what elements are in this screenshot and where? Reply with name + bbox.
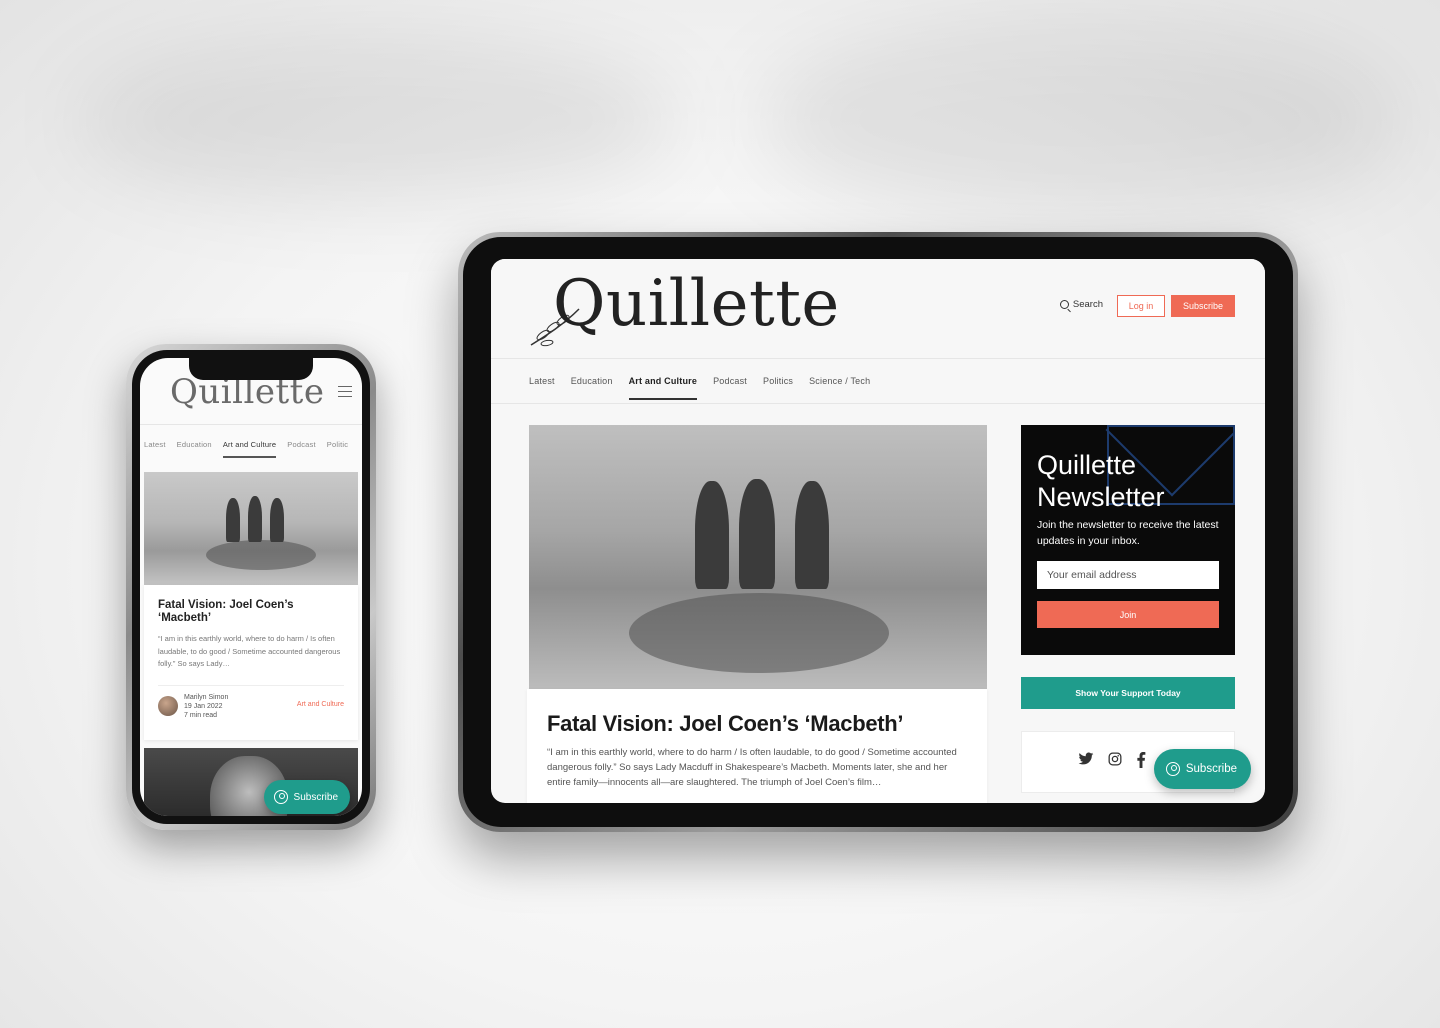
subscribe-label: Subscribe [293, 791, 338, 803]
twitter-icon[interactable] [1078, 752, 1094, 766]
search-icon [1059, 300, 1069, 309]
article-date: 19 Jan 2022 [184, 703, 223, 710]
search-button[interactable]: Search [1059, 299, 1103, 310]
background-shadow [760, 20, 1400, 220]
subscribe-label: Subscribe [1185, 763, 1237, 775]
author-name[interactable]: Marilyn Simon [184, 693, 228, 702]
background-shadow [80, 40, 680, 200]
author-meta: Marilyn Simon 19 Jan 2022 7 min read [184, 693, 228, 720]
avatar[interactable] [158, 696, 178, 716]
nav-item-art-and-culture[interactable]: Art and Culture [628, 376, 698, 400]
phone-device: Quillette Latest Education Art and Cultu… [126, 344, 376, 830]
floating-subscribe-button[interactable]: Subscribe [263, 780, 350, 814]
nav-item-podcast[interactable]: Podcast [713, 376, 747, 386]
nav-item-politics[interactable]: Politic [327, 440, 348, 449]
nav-item-art-and-culture[interactable]: Art and Culture [222, 440, 277, 458]
phone-nav: Latest Education Art and Culture Podcast… [140, 424, 362, 464]
hamburger-menu-icon[interactable] [338, 386, 352, 401]
tablet-screen: Quillette Search Log in Subscribe Latest… [491, 259, 1265, 803]
join-button[interactable]: Join [1037, 601, 1219, 628]
nav-item-latest[interactable]: Latest [529, 376, 555, 386]
instagram-icon[interactable] [1108, 752, 1122, 766]
newsletter-text: Join the newsletter to receive the lates… [1037, 519, 1219, 547]
nav-item-education[interactable]: Education [571, 376, 613, 386]
nav-divider [491, 403, 1265, 404]
nav-item-latest[interactable]: Latest [144, 440, 166, 449]
phone-notch [189, 358, 313, 380]
main-nav: Latest Education Art and Culture Podcast… [529, 359, 870, 403]
site-header: Quillette Search Log in Subscribe [491, 259, 1265, 359]
article-title[interactable]: Fatal Vision: Joel Coen’s ‘Macbeth’ [158, 599, 328, 625]
article-hero-image[interactable] [144, 472, 358, 585]
login-button[interactable]: Log in [1117, 295, 1165, 317]
facebook-icon[interactable] [1136, 752, 1146, 768]
article-title[interactable]: Fatal Vision: Joel Coen’s ‘Macbeth’ [547, 711, 904, 737]
newsletter-title: Quillette Newsletter [1037, 450, 1165, 512]
article-category[interactable]: Art and Culture [297, 701, 344, 708]
email-field[interactable] [1037, 561, 1219, 589]
site-logo[interactable]: Quillette [553, 267, 840, 341]
nav-item-politics[interactable]: Politics [763, 376, 793, 386]
nav-item-science-tech[interactable]: Science / Tech [809, 376, 870, 386]
article-excerpt: “I am in this earthly world, where to do… [158, 634, 341, 668]
tablet-device: Quillette Search Log in Subscribe Latest… [458, 232, 1298, 832]
newsletter-box: Quillette Newsletter Join the newsletter… [1021, 425, 1235, 655]
article-hero-image[interactable] [529, 425, 987, 689]
subscribe-button[interactable]: Subscribe [1171, 295, 1235, 317]
search-label: Search [1072, 299, 1103, 310]
read-time: 7 min read [184, 712, 218, 719]
support-button[interactable]: Show Your Support Today [1021, 677, 1235, 709]
user-icon [1165, 762, 1180, 776]
article-card[interactable]: Fatal Vision: Joel Coen’s ‘Macbeth’ “I a… [527, 689, 987, 803]
user-icon [273, 790, 288, 804]
nav-item-podcast[interactable]: Podcast [287, 440, 316, 449]
article-excerpt: “I am in this earthly world, where to do… [547, 747, 957, 788]
nav-item-education[interactable]: Education [177, 440, 212, 449]
article-card[interactable]: Fatal Vision: Joel Coen’s ‘Macbeth’ “I a… [144, 585, 358, 740]
divider [158, 685, 344, 686]
floating-subscribe-button[interactable]: Subscribe [1153, 749, 1251, 789]
phone-screen: Quillette Latest Education Art and Cultu… [140, 358, 362, 816]
